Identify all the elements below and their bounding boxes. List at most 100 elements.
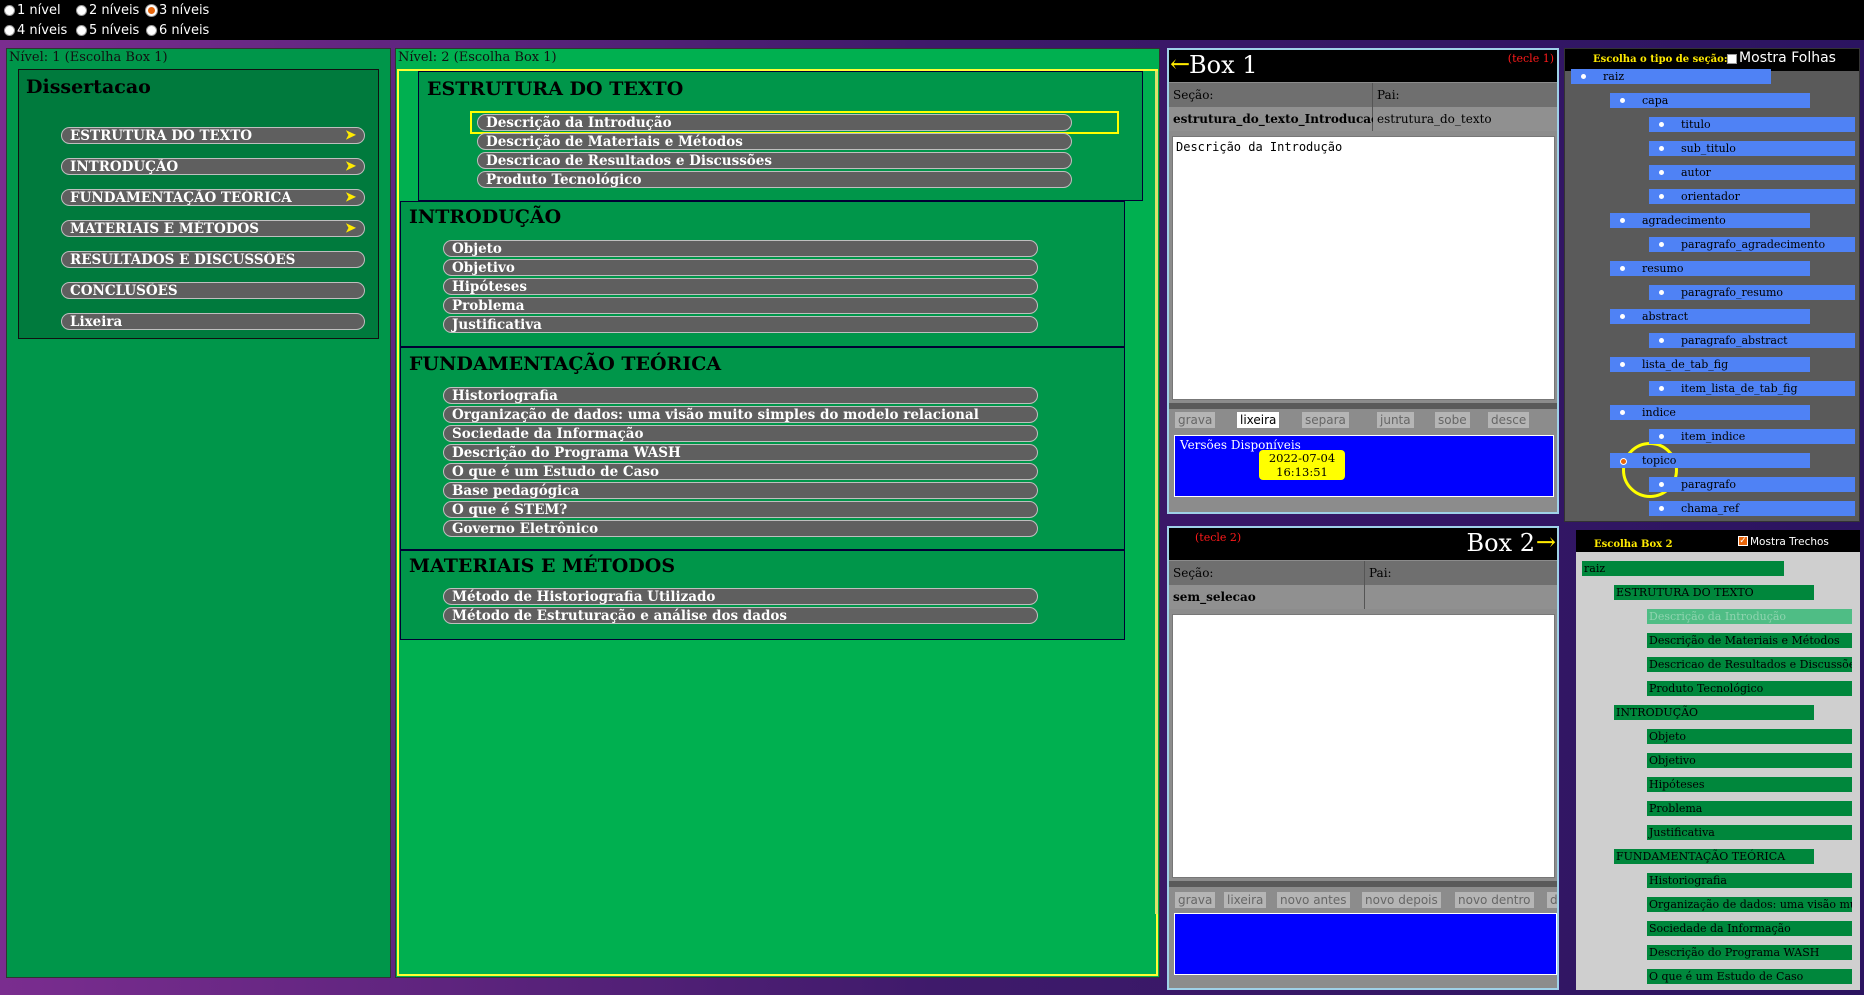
box1-text-area[interactable]: Descrição da Introdução — [1172, 136, 1555, 400]
level2-item[interactable]: Sociedade da Informação — [443, 425, 1038, 442]
level2-item[interactable]: Descricao de Resultados e Discussões — [477, 152, 1072, 169]
level-option-5[interactable]: 5 níveis — [76, 22, 139, 38]
radio-icon[interactable] — [1659, 482, 1664, 487]
box2-tree-node[interactable]: Objeto — [1647, 729, 1852, 744]
radio-icon[interactable] — [1659, 434, 1664, 439]
section-type-node[interactable]: topico — [1610, 453, 1810, 468]
radio-icon[interactable] — [4, 4, 15, 16]
radio-icon[interactable] — [1659, 386, 1664, 391]
box2-tree-node[interactable]: ESTRUTURA DO TEXTO — [1614, 585, 1814, 600]
level2-item[interactable]: Produto Tecnológico — [477, 171, 1072, 188]
box2-tree-node[interactable]: O que é um Estudo de Caso — [1647, 969, 1852, 984]
show-excerpts-checkbox[interactable]: ✓ — [1738, 536, 1748, 546]
section-type-node[interactable]: capa — [1610, 93, 1810, 108]
radio-icon[interactable] — [76, 24, 87, 36]
radio-icon[interactable] — [1620, 98, 1625, 103]
radio-icon[interactable] — [1659, 506, 1664, 511]
box2-tree-node[interactable]: Objetivo — [1647, 753, 1852, 768]
level2-item[interactable]: Historiografia — [443, 387, 1038, 404]
radio-icon[interactable] — [1659, 122, 1664, 127]
section-type-node[interactable]: orientador — [1649, 189, 1855, 204]
radio-icon[interactable] — [76, 4, 87, 16]
version-item[interactable]: 2022-07-04 16:13:51 — [1259, 450, 1345, 480]
section-type-node[interactable]: sub_titulo — [1649, 141, 1855, 156]
box2-tree-node[interactable]: Hipóteses — [1647, 777, 1852, 792]
box2-tree-node[interactable]: Organização de dados: uma visão muito si… — [1647, 897, 1852, 912]
box2-novo-dentro-button[interactable]: novo dentro — [1455, 892, 1534, 908]
level-option-1[interactable]: 1 nível — [4, 2, 61, 18]
radio-icon[interactable] — [1659, 242, 1664, 247]
radio-icon[interactable] — [4, 24, 15, 36]
level2-item[interactable]: O que é um Estudo de Caso — [443, 463, 1038, 480]
level2-item[interactable]: Descrição do Programa WASH — [443, 444, 1038, 461]
show-leaves-checkbox[interactable] — [1727, 54, 1737, 64]
box2-tree-node[interactable]: Problema — [1647, 801, 1852, 816]
box2-tree-node[interactable]: raiz — [1582, 561, 1784, 576]
box2-text-area[interactable] — [1172, 614, 1555, 878]
level2-item[interactable]: Método de Estruturação e análise dos dad… — [443, 607, 1038, 624]
box1-grava-button[interactable]: grava — [1175, 412, 1216, 428]
level1-item[interactable]: MATERIAIS E MÉTODOS ➤ — [61, 220, 365, 237]
section-type-node[interactable]: raiz — [1571, 69, 1771, 84]
box2-tree-node[interactable]: Historiografia — [1647, 873, 1852, 888]
level1-item[interactable]: RESULTADOS E DISCUSSÕES — [61, 251, 365, 268]
box2-arrow-icon[interactable]: → — [1536, 528, 1556, 556]
level2-item[interactable]: Objetivo — [443, 259, 1038, 276]
section-type-node[interactable]: abstract — [1610, 309, 1810, 324]
box2-tree-node[interactable]: Descricao de Resultados e Discussões — [1647, 657, 1852, 672]
radio-icon[interactable] — [146, 4, 157, 16]
box2-novo-depois-button[interactable]: novo depois — [1362, 892, 1441, 908]
level2-item[interactable]: Objeto — [443, 240, 1038, 257]
level2-item[interactable]: Justificativa — [443, 316, 1038, 333]
box2-de-button[interactable]: de — [1547, 892, 1557, 908]
section-type-node[interactable]: resumo — [1610, 261, 1810, 276]
section-type-node[interactable]: item_indice — [1649, 429, 1855, 444]
box2-grava-button[interactable]: grava — [1175, 892, 1216, 908]
level2-item[interactable]: O que é STEM? — [443, 501, 1038, 518]
level1-item[interactable]: FUNDAMENTAÇÃO TEÓRICA ➤ — [61, 189, 365, 206]
radio-icon[interactable] — [1620, 362, 1625, 367]
box2-tree-node[interactable]: Justificativa — [1647, 825, 1852, 840]
box1-lixeira-button[interactable]: lixeira — [1237, 412, 1280, 428]
section-type-node[interactable]: paragrafo_resumo — [1649, 285, 1855, 300]
section-type-node[interactable]: agradecimento — [1610, 213, 1810, 228]
level2-item[interactable]: Descrição da Introdução — [477, 114, 1072, 131]
section-type-node[interactable]: paragrafo_agradecimento — [1649, 237, 1855, 252]
section-type-node[interactable]: paragrafo — [1649, 477, 1855, 492]
radio-icon[interactable] — [1659, 146, 1664, 151]
radio-icon[interactable] — [1659, 290, 1664, 295]
level2-item[interactable]: Base pedagógica — [443, 482, 1038, 499]
radio-icon[interactable] — [1659, 194, 1664, 199]
radio-icon[interactable] — [1659, 338, 1664, 343]
level1-item[interactable]: INTRODUÇÃO ➤ — [61, 158, 365, 175]
box2-tree-node[interactable]: Produto Tecnológico — [1647, 681, 1852, 696]
level-option-4[interactable]: 4 níveis — [4, 22, 67, 38]
box1-arrow-icon[interactable]: ← — [1170, 50, 1190, 78]
box2-tree-node[interactable]: Sociedade da Informação — [1647, 921, 1852, 936]
box1-junta-button[interactable]: junta — [1377, 412, 1414, 428]
box2-lixeira-button[interactable]: lixeira — [1224, 892, 1267, 908]
box1-desce-button[interactable]: desce — [1488, 412, 1530, 428]
level2-item[interactable]: Organização de dados: uma visão muito si… — [443, 406, 1038, 423]
radio-icon[interactable] — [1620, 410, 1625, 415]
level2-item[interactable]: Hipóteses — [443, 278, 1038, 295]
level2-item[interactable]: Método de Historiografia Utilizado — [443, 588, 1038, 605]
level1-item[interactable]: Lixeira — [61, 313, 365, 330]
box2-tree-node[interactable]: INTRODUÇÃO — [1614, 705, 1814, 720]
radio-icon[interactable] — [1581, 74, 1586, 79]
section-type-node[interactable]: lista_de_tab_fig — [1610, 357, 1810, 372]
box2-tree-node[interactable]: Descrição de Materiais e Métodos — [1647, 633, 1852, 648]
level2-item[interactable]: Descrição de Materiais e Métodos — [477, 133, 1072, 150]
box2-tree-node[interactable]: Descrição do Programa WASH — [1647, 945, 1852, 960]
box2-tree-node[interactable]: FUNDAMENTAÇÃO TEÓRICA — [1614, 849, 1814, 864]
section-type-node[interactable]: autor — [1649, 165, 1855, 180]
level-option-6[interactable]: 6 níveis — [146, 22, 209, 38]
section-type-node[interactable]: indice — [1610, 405, 1810, 420]
box2-novo-antes-button[interactable]: novo antes — [1277, 892, 1350, 908]
box2-tree-node[interactable]: Descrição da Introdução — [1647, 609, 1852, 624]
radio-icon[interactable] — [1620, 458, 1627, 465]
section-type-node[interactable]: titulo — [1649, 117, 1855, 132]
level2-item[interactable]: Problema — [443, 297, 1038, 314]
radio-icon[interactable] — [1659, 170, 1664, 175]
box1-sobe-button[interactable]: sobe — [1435, 412, 1470, 428]
